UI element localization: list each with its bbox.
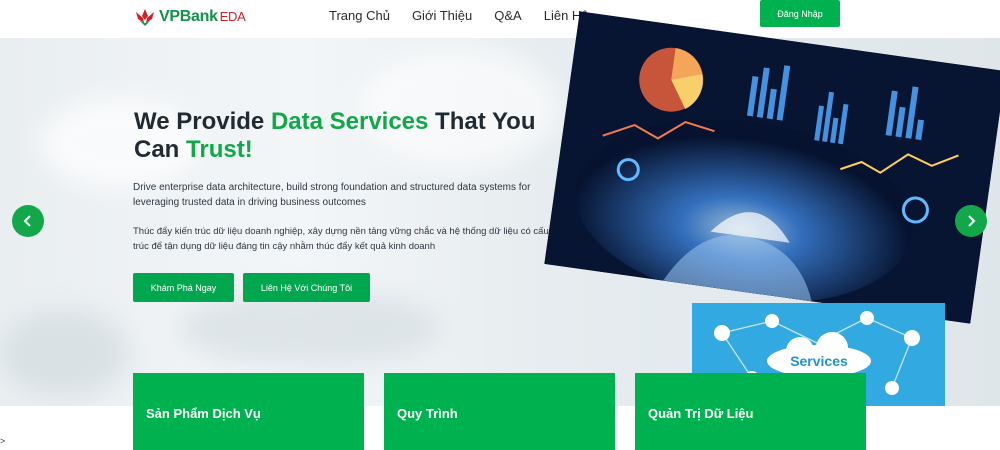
logo-text: VPBank EDA xyxy=(159,8,246,26)
hero-description-vi: Thúc đẩy kiến trúc dữ liệu doanh nghiệp,… xyxy=(133,226,549,252)
nav-qa[interactable]: Q&A xyxy=(494,8,521,23)
logo-suffix: EDA xyxy=(219,9,246,24)
hero-title-highlight2: Trust! xyxy=(186,136,253,163)
card-products-services[interactable]: Sản Phẩm Dịch Vụ xyxy=(133,373,364,450)
logo-brand: VPBank xyxy=(159,8,218,25)
explore-button[interactable]: Khám Phá Ngay xyxy=(133,273,234,302)
login-button[interactable]: Đăng Nhập xyxy=(760,0,840,27)
nav-about[interactable]: Giới Thiệu xyxy=(412,8,472,23)
carousel-next-button[interactable] xyxy=(955,205,987,237)
card-title: Sản Phẩm Dịch Vụ xyxy=(146,406,261,421)
hero-title-part1: We Provide xyxy=(134,108,271,135)
hero-title: We Provide Data Services That You Can Tr… xyxy=(134,108,554,164)
carousel-prev-button[interactable] xyxy=(12,205,44,237)
hero-description-en: Drive enterprise data architecture, buil… xyxy=(133,182,531,208)
card-data-governance[interactable]: Quản Trị Dữ Liệu xyxy=(635,373,866,450)
corner-caret: > xyxy=(0,436,6,446)
lotus-logo-icon xyxy=(136,9,154,26)
hero-title-highlight1: Data Services xyxy=(270,108,429,135)
card-process[interactable]: Quy Trình xyxy=(384,373,615,450)
site-header: VPBank EDA Trang Chủ Giới Thiệu Q&A Liên … xyxy=(0,0,1000,38)
nav-home[interactable]: Trang Chủ xyxy=(329,8,390,23)
card-title: Quy Trình xyxy=(397,406,458,421)
vpbank-logo[interactable]: VPBank EDA xyxy=(134,4,246,30)
chevron-left-icon xyxy=(23,215,31,227)
card-title: Quản Trị Dữ Liệu xyxy=(648,406,754,421)
chevron-right-icon xyxy=(968,215,976,227)
main-nav: Trang Chủ Giới Thiệu Q&A Liên Hệ xyxy=(318,8,600,23)
contact-us-button[interactable]: Liên Hệ Với Chúng Tôi xyxy=(243,273,370,302)
services-label: Services xyxy=(790,353,848,369)
